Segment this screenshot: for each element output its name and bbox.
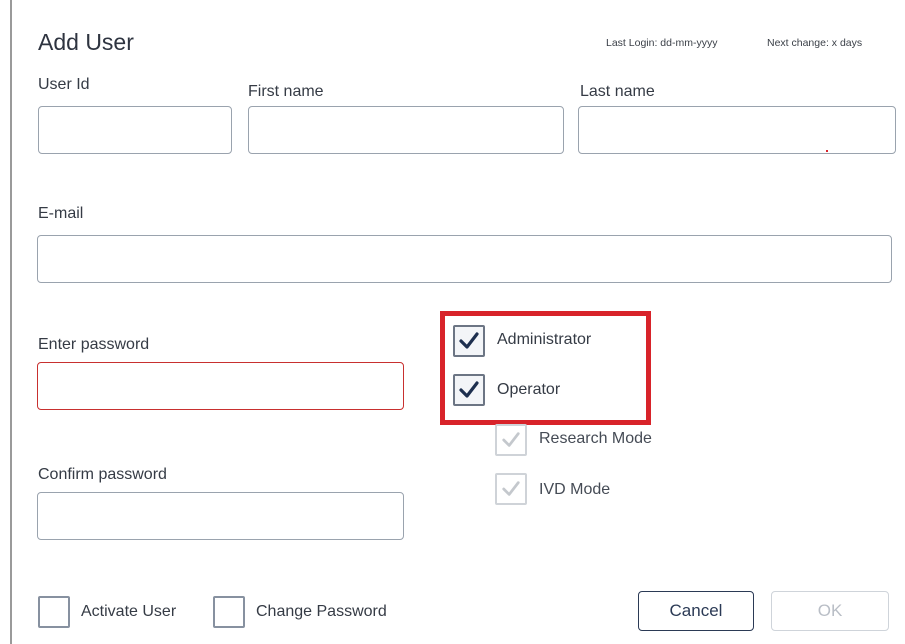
enter-password-field[interactable] — [37, 362, 404, 410]
administrator-label[interactable]: Administrator — [497, 331, 591, 349]
ok-button: OK — [771, 591, 889, 631]
change-password-checkbox[interactable] — [213, 596, 245, 628]
last-login-text: Last Login: dd-mm-yyyy — [606, 37, 718, 49]
change-password-label[interactable]: Change Password — [256, 603, 387, 621]
user-id-field[interactable] — [38, 106, 232, 154]
red-mark — [826, 150, 828, 152]
first-name-label: First name — [248, 83, 324, 100]
cancel-button[interactable]: Cancel — [638, 591, 754, 631]
next-change-text: Next change: x days — [767, 37, 863, 49]
left-divider — [10, 0, 12, 644]
check-icon — [459, 381, 479, 398]
check-icon — [502, 432, 520, 447]
dialog-title: Add User — [38, 29, 134, 55]
user-id-label: User Id — [38, 76, 90, 93]
last-name-field[interactable] — [578, 106, 896, 154]
activate-user-checkbox[interactable] — [38, 596, 70, 628]
ivd-mode-label: IVD Mode — [539, 481, 611, 498]
research-mode-checkbox — [495, 424, 527, 456]
confirm-password-field[interactable] — [37, 492, 404, 540]
first-name-field[interactable] — [248, 106, 564, 154]
email-field[interactable] — [37, 235, 892, 283]
last-name-label: Last name — [580, 83, 655, 100]
enter-password-label: Enter password — [38, 336, 150, 353]
check-icon — [459, 332, 479, 349]
administrator-checkbox[interactable] — [453, 325, 485, 357]
check-icon — [502, 481, 520, 496]
operator-checkbox[interactable] — [453, 374, 485, 406]
research-mode-label: Research Mode — [539, 430, 652, 447]
confirm-password-label: Confirm password — [38, 466, 167, 483]
email-label: E-mail — [38, 205, 84, 222]
operator-label[interactable]: Operator — [497, 381, 560, 399]
ivd-mode-checkbox — [495, 473, 527, 505]
activate-user-label[interactable]: Activate User — [81, 603, 176, 621]
